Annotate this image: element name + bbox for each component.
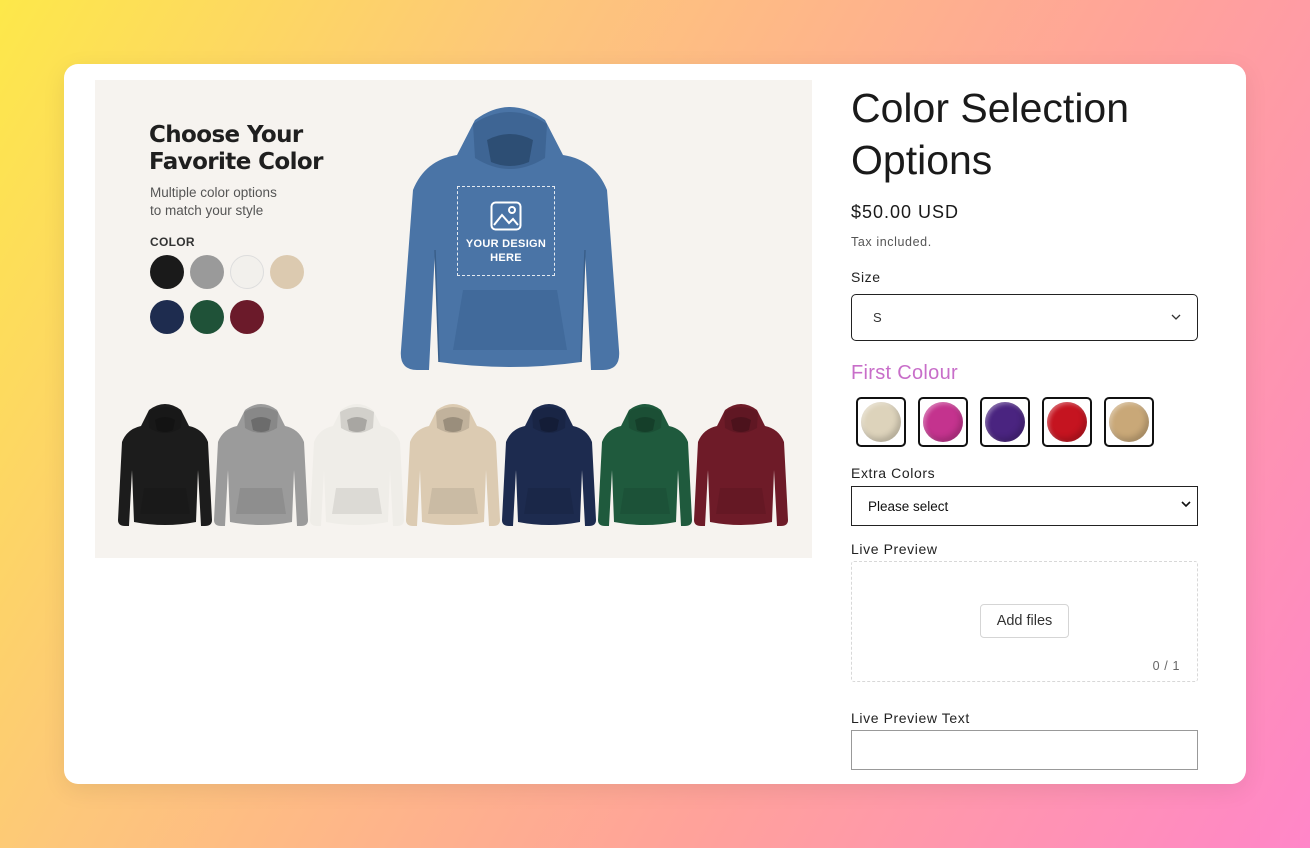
first-colour-swatches	[856, 397, 1166, 447]
hoodie-variant	[502, 404, 596, 526]
add-files-button[interactable]: Add files	[980, 604, 1069, 638]
size-value: S	[873, 310, 882, 325]
file-count: 0 / 1	[1152, 659, 1180, 673]
tax-note: Tax included.	[851, 235, 932, 249]
hero-color-dot	[150, 255, 184, 289]
product-title: Color Selection Options	[851, 85, 1130, 183]
size-label: Size	[851, 269, 881, 285]
live-preview-text-label: Live Preview Text	[851, 710, 970, 726]
colour-swatch[interactable]	[856, 397, 906, 447]
product-image: Choose Your Favorite Color Multiple colo…	[95, 80, 812, 558]
hoodie-variant	[214, 404, 308, 526]
extra-colors-label: Extra Colors	[851, 465, 936, 481]
hero-color-dot	[190, 255, 224, 289]
chevron-down-icon	[1181, 501, 1191, 508]
file-upload-dropzone[interactable]: Add files 0 / 1	[851, 561, 1198, 682]
hoodie-variant	[598, 404, 692, 526]
hero-color-dot	[230, 300, 264, 334]
colour-swatch[interactable]	[1104, 397, 1154, 447]
design-placeholder-text: YOUR DESIGN HERE	[458, 237, 554, 265]
hero-color-dot	[190, 300, 224, 334]
live-preview-label: Live Preview	[851, 541, 938, 557]
hero-color-label: COLOR	[150, 235, 195, 249]
hoodie-variant	[406, 404, 500, 526]
first-colour-label: First Colour	[851, 362, 958, 384]
hoodie-variant	[118, 404, 212, 526]
hero-title-line: Favorite Color	[149, 149, 323, 175]
design-text-line: YOUR DESIGN	[465, 238, 547, 250]
chevron-down-icon	[1171, 314, 1181, 320]
colour-swatch[interactable]	[918, 397, 968, 447]
hero-title: Choose Your Favorite Color	[149, 122, 389, 176]
product-card: Choose Your Favorite Color Multiple colo…	[64, 64, 1246, 784]
hero-color-dots	[150, 255, 320, 345]
hero-subtitle: Multiple color options to match your sty…	[150, 184, 350, 220]
design-placeholder: YOUR DESIGN HERE	[457, 186, 555, 276]
design-text-line: HERE	[490, 252, 522, 264]
hero-color-dot	[150, 300, 184, 334]
product-price: $50.00 USD	[851, 202, 960, 222]
colour-swatch-dot	[985, 402, 1025, 442]
colour-swatch-dot	[1109, 402, 1149, 442]
image-icon	[490, 201, 522, 231]
hoodie-variant	[694, 404, 788, 526]
colour-swatch-dot	[923, 402, 963, 442]
colour-swatch-dot	[861, 402, 901, 442]
colour-swatch-dot	[1047, 402, 1087, 442]
hero-subtitle-line: Multiple color options	[150, 185, 277, 200]
colour-swatch[interactable]	[1042, 397, 1092, 447]
hero-title-line: Choose Your	[149, 122, 303, 148]
extra-colors-value: Please select	[868, 498, 949, 514]
live-preview-text-input[interactable]	[851, 730, 1198, 770]
hero-color-dot	[270, 255, 304, 289]
colour-swatch[interactable]	[980, 397, 1030, 447]
hoodie-variant	[310, 404, 404, 526]
size-select[interactable]: S	[851, 294, 1198, 341]
extra-colors-select[interactable]: Please select	[851, 486, 1198, 526]
hero-subtitle-line: to match your style	[150, 203, 264, 218]
hero-color-dot	[230, 255, 264, 289]
